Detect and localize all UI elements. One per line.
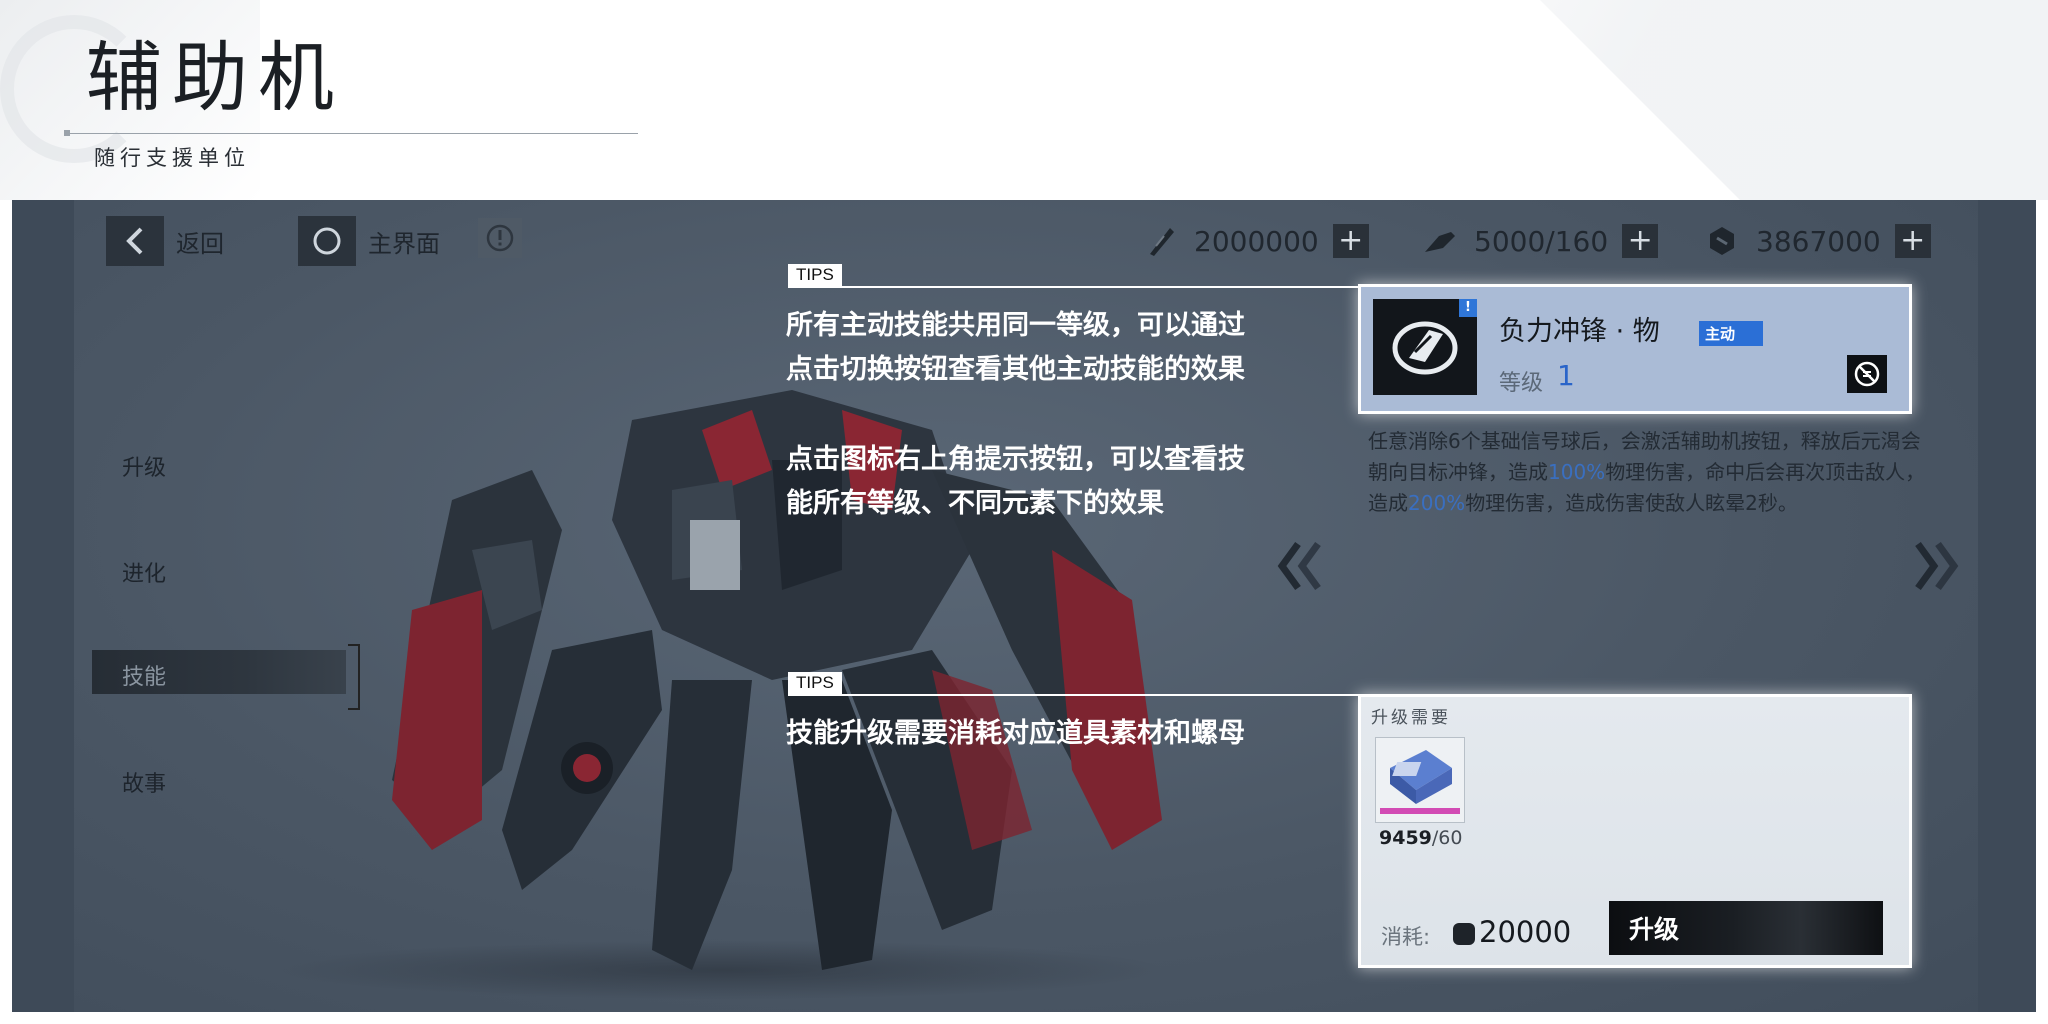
- prev-skill-button[interactable]: [1274, 540, 1330, 606]
- game-screenshot-panel: 返回 主界面 2000000 + 5000/160 + 3867000 + 升级: [12, 200, 2036, 1012]
- cost-value: 20000: [1479, 915, 1572, 949]
- charge-skill-icon: [1392, 321, 1458, 375]
- selection-bracket: [348, 644, 360, 710]
- switch-icon: [1854, 361, 1880, 387]
- tips-line: 技能升级需要消耗对应道具素材和螺母: [786, 718, 1245, 749]
- double-chevron-left-icon: [1277, 541, 1321, 591]
- skill-name: 负力冲锋 · 物: [1499, 316, 1660, 347]
- upgrade-requirements-card: 升级需要 9459/60 消耗: 20000 升级: [1358, 694, 1912, 968]
- skill-card[interactable]: ! 负力冲锋 · 物 主动 等级 1: [1358, 284, 1912, 414]
- add-ticket-button[interactable]: +: [1332, 224, 1369, 258]
- tips-tag: TIPS: [788, 264, 842, 286]
- resource-coin: 3867000 +: [1702, 218, 1931, 264]
- tips-line: 点击切换按钮查看其他主动技能的效果: [786, 354, 1245, 385]
- exclamation-circle-icon: [486, 224, 514, 252]
- tips-connector-line: [788, 286, 1364, 288]
- skill-description: 任意消除6个基础信号球后，会激活辅助机按钮，释放后元渴会朝向目标冲锋，造成100…: [1368, 426, 1928, 519]
- upgrade-button[interactable]: 升级: [1609, 901, 1883, 955]
- tips-line: 点击图标右上角提示按钮，可以查看技: [786, 444, 1245, 475]
- coin-icon: [1702, 223, 1742, 259]
- home-button[interactable]: 主界面: [298, 216, 440, 266]
- tips-text-upgrade-cost: 技能升级需要消耗对应道具素材和螺母: [786, 712, 1245, 756]
- skill-type-badge: 主动: [1699, 321, 1764, 346]
- resource-value: 3867000: [1756, 224, 1881, 258]
- skill-icon-button[interactable]: !: [1373, 299, 1477, 395]
- tips-connector-line: [788, 694, 1364, 696]
- info-alert-button[interactable]: [478, 218, 522, 258]
- add-coin-button[interactable]: +: [1894, 224, 1931, 258]
- double-chevron-right-icon: [1915, 541, 1959, 591]
- menu-item-story[interactable]: 故事: [122, 766, 166, 798]
- material-required: /60: [1431, 827, 1463, 849]
- menu-item-evolve[interactable]: 进化: [122, 556, 166, 588]
- tips-line: 所有主动技能共用同一等级，可以通过: [786, 310, 1245, 341]
- back-button[interactable]: 返回: [106, 216, 224, 266]
- resource-value: 5000/160: [1474, 224, 1609, 258]
- fuel-icon: [1420, 223, 1460, 259]
- page-subtitle: 随行支援单位: [94, 146, 250, 170]
- skill-desc-text: 物理伤害，造成伤害使敌人眩晕2秒。: [1465, 491, 1798, 515]
- home-circle-icon: [298, 216, 356, 266]
- add-fuel-button[interactable]: +: [1622, 224, 1659, 258]
- ticket-icon: [1140, 223, 1180, 259]
- upgrade-requirements-title: 升级需要: [1371, 708, 1451, 728]
- material-count: 9459/60: [1379, 827, 1462, 849]
- skill-desc-highlight: 100%: [1548, 460, 1606, 484]
- cost-label: 消耗:: [1381, 925, 1431, 949]
- back-label: 返回: [176, 229, 224, 258]
- menu-item-skill-label: 技能: [122, 665, 167, 690]
- skill-info-badge[interactable]: !: [1459, 299, 1477, 317]
- skill-level-label: 等级: [1499, 371, 1544, 396]
- next-skill-button[interactable]: [1906, 540, 1962, 606]
- skill-switch-button[interactable]: [1847, 355, 1887, 393]
- chip-material-icon: [1380, 750, 1460, 814]
- skill-desc-highlight: 200%: [1408, 491, 1466, 515]
- resource-value: 2000000: [1194, 224, 1319, 258]
- tips-tag: TIPS: [788, 672, 842, 694]
- skill-level-value: 1: [1557, 359, 1575, 392]
- title-divider: [64, 133, 638, 134]
- tips-text-skill-shared: 所有主动技能共用同一等级，可以通过 点击切换按钮查看其他主动技能的效果: [786, 304, 1245, 392]
- material-chip-item[interactable]: [1375, 737, 1465, 823]
- chevron-left-icon: [106, 216, 164, 266]
- home-label: 主界面: [368, 229, 440, 258]
- material-owned: 9459: [1379, 827, 1432, 849]
- page-title: 辅助机: [86, 33, 344, 122]
- resource-ticket: 2000000 +: [1140, 218, 1369, 264]
- header-slant-decoration: [1540, 0, 2048, 200]
- coin-icon: [1453, 923, 1475, 945]
- tips-text-icon-hint: 点击图标右上角提示按钮，可以查看技 能所有等级、不同元素下的效果: [786, 438, 1245, 526]
- resource-fuel: 5000/160 +: [1420, 218, 1659, 264]
- menu-item-upgrade[interactable]: 升级: [122, 450, 166, 482]
- tips-line: 能所有等级、不同元素下的效果: [786, 488, 1164, 519]
